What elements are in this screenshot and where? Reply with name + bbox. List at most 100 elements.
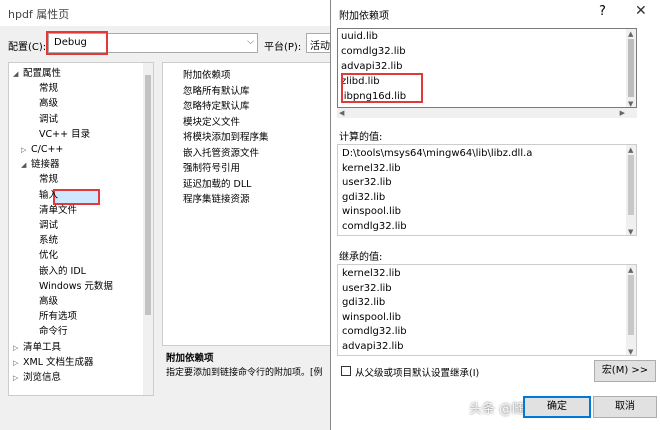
window-title: hpdf 属性页 xyxy=(8,8,70,21)
tree-item[interactable]: 输入 xyxy=(29,189,58,203)
cancel-button[interactable]: 取消 xyxy=(593,396,657,418)
tree-item[interactable]: 系统 xyxy=(29,234,58,248)
tree-item[interactable]: 所有选项 xyxy=(29,310,77,324)
property-row[interactable]: 强制符号引用 xyxy=(183,160,240,174)
close-icon[interactable]: ✕ xyxy=(635,3,647,19)
scrollbar-thumb[interactable] xyxy=(628,155,634,215)
tree-item-label: 链接器 xyxy=(31,159,60,171)
tree-item[interactable]: 命令行 xyxy=(29,325,68,339)
tree-item-label: 常规 xyxy=(39,174,59,186)
tree-item[interactable]: ▷ 浏览信息 xyxy=(13,371,61,385)
inherited-list-scrollbar[interactable]: ▲ ▼ xyxy=(626,265,636,355)
tree-item-label: 配置属性 xyxy=(23,68,62,79)
scroll-down-arrow-icon[interactable]: ▼ xyxy=(628,348,633,355)
description-panel: 附加依赖项 指定要添加到链接命令行的附加项。[例 xyxy=(162,348,337,394)
computed-value: D:\tools\msys64\mingw64\lib\libz.dll.a xyxy=(342,148,533,159)
inherited-value: comdlg32.lib xyxy=(342,326,407,337)
inherited-values-label: 继承的值: xyxy=(339,252,383,263)
platform-value: 活动 xyxy=(310,41,330,52)
computed-values-list: D:\tools\msys64\mingw64\lib\libz.dll.a ke… xyxy=(337,144,637,236)
expand-toggle-icon[interactable]: ▷ xyxy=(13,356,23,370)
scroll-down-arrow-icon[interactable]: ▼ xyxy=(628,228,633,235)
editbox-horizontal-scrollbar[interactable]: ◀ ▶ xyxy=(337,108,637,118)
tree-item-label: XML 文档生成器 xyxy=(23,356,94,368)
tree-item[interactable]: 调试 xyxy=(29,219,58,233)
tree-item-label: 清单文件 xyxy=(39,204,78,216)
editbox-vertical-scrollbar[interactable]: ▲ ▼ xyxy=(626,29,636,107)
scrollbar-thumb[interactable] xyxy=(628,275,634,335)
tree-item[interactable]: VC++ 目录 xyxy=(29,128,90,142)
tree-item-label: 优化 xyxy=(39,250,59,262)
tree-item[interactable]: 嵌入的 IDL xyxy=(29,265,86,279)
dependency-line: uuid.lib xyxy=(341,31,378,42)
config-label: 配置(C): xyxy=(8,42,47,53)
tree-item[interactable]: ◢ 链接器 xyxy=(21,158,60,172)
dependencies-editbox[interactable]: uuid.lib comdlg32.lib advapi32.lib zlibd.li… xyxy=(337,28,637,108)
scroll-left-arrow-icon[interactable]: ◀ xyxy=(339,109,344,117)
highlight-box xyxy=(341,73,423,103)
tree-item[interactable]: 常规 xyxy=(29,82,58,96)
tree-item[interactable]: ▷ XML 文档生成器 xyxy=(13,356,94,370)
property-row[interactable]: 模块定义文件 xyxy=(183,114,240,128)
tree-item-label: 所有选项 xyxy=(39,311,78,323)
macro-button[interactable]: 宏(M) >> xyxy=(594,360,656,382)
computed-list-scrollbar[interactable]: ▲ ▼ xyxy=(626,145,636,235)
property-row[interactable]: 延迟加载的 DLL xyxy=(183,176,251,190)
expand-toggle-icon[interactable]: ◢ xyxy=(21,158,31,172)
scroll-up-arrow-icon[interactable]: ▲ xyxy=(628,146,633,154)
computed-value: winspool.lib xyxy=(342,206,401,217)
tree-item[interactable]: 高级 xyxy=(29,295,58,309)
tree-item[interactable]: ▷ C/C++ xyxy=(21,143,63,157)
property-row[interactable]: 将模块添加到程序集 xyxy=(183,129,269,143)
tree-item[interactable]: 高级 xyxy=(29,97,58,111)
inherit-checkbox-label[interactable]: 从父级或项目默认设置继承(I) xyxy=(355,365,479,379)
scroll-up-arrow-icon[interactable]: ▲ xyxy=(628,266,633,274)
additional-dependencies-dialog: 附加依赖项 ? ✕ uuid.lib comdlg32.lib advapi32.l… xyxy=(330,0,660,430)
property-row[interactable]: 忽略特定默认库 xyxy=(183,98,250,112)
property-row[interactable]: 忽略所有默认库 xyxy=(183,83,250,97)
tree-item[interactable]: ▷ 清单工具 xyxy=(13,341,61,355)
tree-item-label: 高级 xyxy=(39,296,59,307)
scroll-down-arrow-icon[interactable]: ▼ xyxy=(628,100,633,107)
help-button[interactable]: ? xyxy=(599,4,606,19)
tree-item-label: Windows 元数据 xyxy=(39,280,113,292)
tree-item[interactable]: Windows 元数据 xyxy=(29,280,113,294)
scrollbar-thumb[interactable] xyxy=(628,39,634,97)
ok-button[interactable]: 确定 xyxy=(523,396,591,418)
tree-item-label: 命令行 xyxy=(39,326,68,338)
tree-item-label: 常规 xyxy=(39,83,59,95)
property-row[interactable]: 嵌入托管资源文件 xyxy=(183,145,259,159)
platform-label: 平台(P): xyxy=(264,42,302,53)
expand-toggle-icon[interactable]: ▷ xyxy=(21,143,31,157)
computed-value: gdi32.lib xyxy=(342,191,386,203)
inherited-value: gdi32.lib xyxy=(342,297,386,308)
expand-toggle-icon[interactable]: ▷ xyxy=(13,371,23,385)
scroll-up-arrow-icon[interactable]: ▲ xyxy=(628,30,633,38)
inherited-value: kernel32.lib xyxy=(342,268,401,279)
property-row[interactable]: 程序集链接资源 xyxy=(183,191,250,205)
tree-item-label: C/C++ xyxy=(31,144,64,155)
description-text: 指定要添加到链接命令行的附加项。[例 xyxy=(166,368,323,378)
dependency-line: advapi32.lib xyxy=(341,61,403,72)
property-row[interactable]: 附加依赖项 xyxy=(183,67,231,81)
scroll-right-arrow-icon[interactable]: ▶ xyxy=(620,109,625,117)
tree-scrollbar[interactable] xyxy=(143,63,153,395)
tree-item[interactable]: 常规 xyxy=(29,173,58,187)
tree-item[interactable]: 优化 xyxy=(29,249,58,263)
expand-toggle-icon[interactable]: ◢ xyxy=(13,67,23,81)
tree-item[interactable]: 调试 xyxy=(29,113,58,127)
inherit-checkbox[interactable] xyxy=(341,366,351,376)
tree-item[interactable]: 清单文件 xyxy=(29,204,77,218)
tree-item-label: 高级 xyxy=(39,98,59,110)
property-grid: 附加依赖项忽略所有默认库 忽略特定默认库 模块定义文件 将模块添加到程序集 嵌入托管资源… xyxy=(162,62,337,346)
scrollbar-thumb[interactable] xyxy=(145,75,151,315)
expand-toggle-icon[interactable]: ▷ xyxy=(13,341,23,355)
computed-values-label: 计算的值: xyxy=(339,132,383,143)
description-title: 附加依赖项 xyxy=(166,353,214,364)
tree-item-label: VC++ 目录 xyxy=(39,128,91,140)
chevron-down-icon: ⌵ xyxy=(247,37,254,47)
tree-item[interactable]: ◢ 配置属性 xyxy=(13,67,61,81)
tree-item-label: 浏览信息 xyxy=(23,372,62,383)
tree-item-label: 嵌入的 IDL xyxy=(39,265,86,277)
tree-item-label: 清单工具 xyxy=(23,341,62,353)
